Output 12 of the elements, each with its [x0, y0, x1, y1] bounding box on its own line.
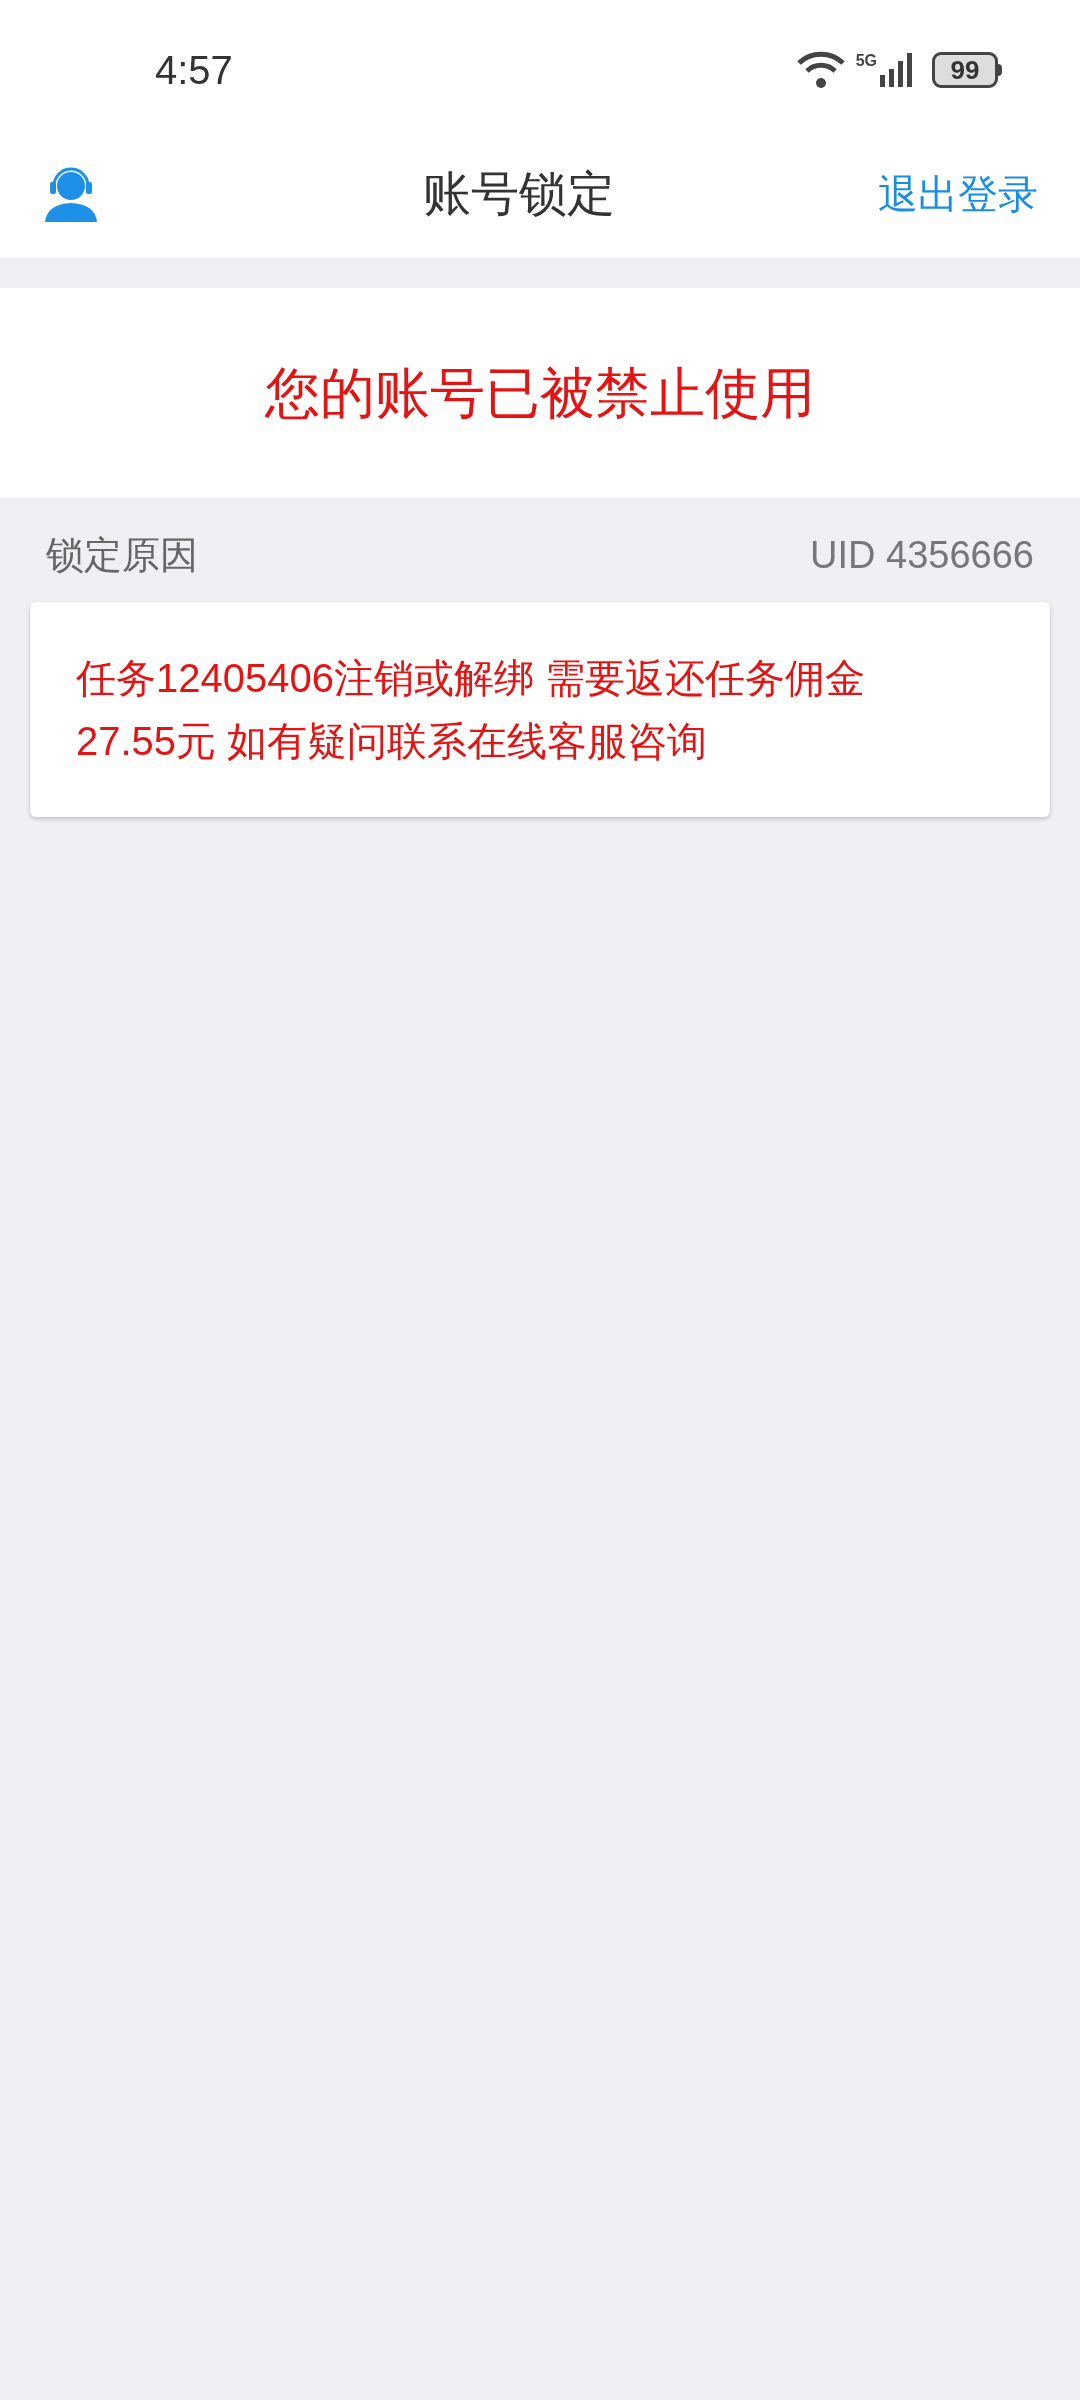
section-label: 锁定原因	[46, 532, 198, 578]
logout-link[interactable]: 退出登录	[878, 164, 1038, 224]
network-label: 5G	[855, 53, 877, 69]
uid-text: UID 4356666	[810, 532, 1034, 578]
page-title: 账号锁定	[423, 166, 615, 222]
wifi-icon	[795, 51, 846, 89]
signal-icon	[880, 53, 914, 87]
reason-text: 任务12405406注销或解绑 需要返还任务佣金 27.55元 如有疑问联系在线客服咨询	[76, 654, 867, 765]
headset-person-icon[interactable]	[42, 166, 100, 222]
battery-level: 99	[932, 52, 998, 88]
status-time: 4:57	[155, 47, 233, 94]
ban-message: 您的账号已被禁止使用	[265, 360, 815, 426]
